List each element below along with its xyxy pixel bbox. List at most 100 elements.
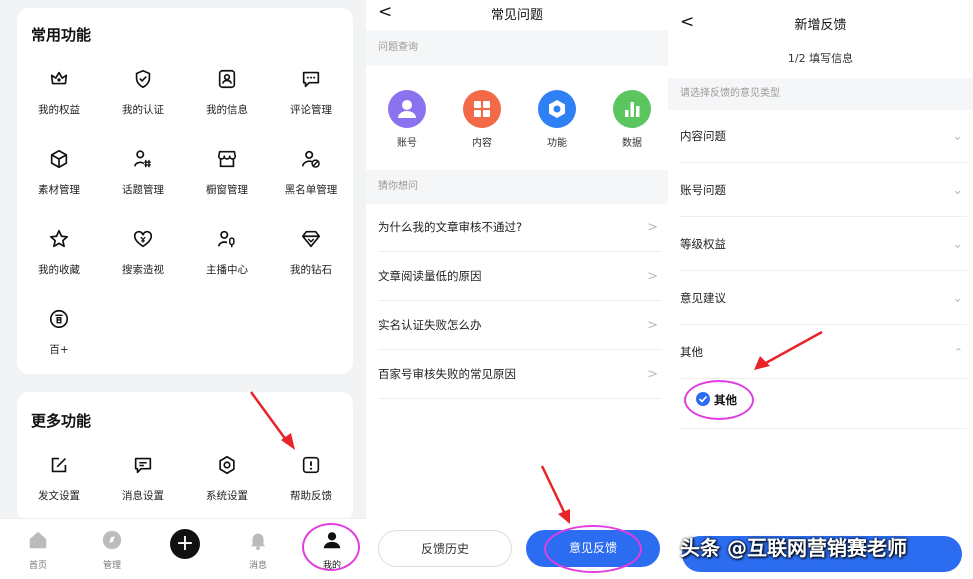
tab-messages-label: 消息 [248,561,267,571]
question-text: 文章阅读量低的原因 [378,269,482,283]
function-item-baijia-plus[interactable]: 百+ [17,308,101,357]
function-item-help-feedback[interactable]: 帮助反馈 [269,454,353,503]
baijia-plus-icon [49,309,69,329]
tab-publish[interactable]: + [155,519,215,559]
function-item-verify-badge[interactable]: 我的认证 [101,68,185,117]
more-functions-title: 更多功能 [31,412,92,430]
annotation-circle-feedback [544,525,642,573]
search-spark-icon [133,230,153,248]
function-item-blacklist-user[interactable]: 黑名单管理 [269,148,353,197]
divider [680,428,967,429]
function-item-message[interactable]: 消息设置 [101,454,185,503]
annotation-arrow-feedback [540,465,570,524]
category-label-data: 数据 [622,138,642,149]
message-icon [134,457,152,474]
category-label-function: 功能 [547,138,567,149]
function-item-id-card[interactable]: 我的信息 [185,68,269,117]
function-item-label: 搜索造视 [122,264,164,276]
tab-home[interactable]: 首页 [8,519,68,571]
chevron-right-icon: > [647,367,658,382]
page-title: 新增反馈 [794,18,847,33]
diamond-icon [301,230,321,248]
function-item-settings-hex[interactable]: 系统设置 [185,454,269,503]
function-item-diamond[interactable]: 我的钻石 [269,228,353,277]
cube-icon [50,149,68,169]
question-text: 为什么我的文章审核不通过? [378,220,523,234]
feedback-history-button[interactable]: 反馈历史 [378,530,512,567]
feedback-type-content[interactable]: 内容问题 ⌄ [680,110,967,163]
function-item-comment[interactable]: 评论管理 [269,68,353,117]
function-item-shop-window[interactable]: 橱窗管理 [185,148,269,197]
chevron-right-icon: > [647,220,658,235]
function-item-label: 帮助反馈 [290,490,332,502]
function-item-label: 我的认证 [122,104,164,116]
function-item-label: 百+ [49,344,69,356]
settings-hex-icon [219,455,235,475]
function-item-label: 我的钻石 [290,264,332,276]
faq-question-item[interactable]: 文章阅读量低的原因 > [378,252,662,301]
account-category-icon[interactable] [388,90,426,128]
my-page-screen: 常用功能 我的权益 我的认证 我的信息 评论管理素材管理 话题管理 橱窗管理 黑名单管理我的… [0,0,366,579]
faq-question-item[interactable]: 实名认证失败怎么办 > [378,301,662,350]
annotation-circle-other [684,380,754,420]
function-item-anchor-mic[interactable]: 主播中心 [185,228,269,277]
chevron-right-icon: > [647,269,658,284]
common-functions-card: 常用功能 我的权益 我的认证 我的信息 评论管理素材管理 话题管理 橱窗管理 黑名单管理我的… [17,8,353,374]
new-feedback-header: < 新增反馈 [668,0,973,33]
feedback-type-suggestion[interactable]: 意见建议 ⌄ [680,272,967,325]
chevron-up-icon: ⌃ [953,346,963,359]
type-label: 其他 [680,345,703,359]
function-item-label: 黑名单管理 [284,184,338,196]
function-item-crown[interactable]: 我的权益 [17,68,101,117]
topic-hash-icon [133,150,151,168]
chevron-right-icon: > [647,318,658,333]
tab-manage[interactable]: 管理 [82,519,142,571]
comment-icon [302,71,320,88]
new-feedback-screen: < 新增反馈 1/2 填写信息 请选择反馈的意见类型 内容问题 ⌄ 账号问题 ⌄ 等… [668,0,973,579]
query-section-label: 问题查询 [366,30,668,66]
id-card-icon [218,69,236,89]
function-item-search-spark[interactable]: 搜索造视 [101,228,185,277]
bell-icon [250,533,266,551]
chevron-down-icon: ⌄ [952,183,963,198]
edit-icon [51,457,67,473]
tab-messages[interactable]: 消息 [228,519,288,571]
tab-manage-label: 管理 [102,561,121,571]
home-icon [29,531,47,549]
shop-window-icon [217,150,237,168]
star-icon [49,229,69,248]
category-label-account: 账号 [397,138,417,149]
feedback-type-level[interactable]: 等级权益 ⌄ [680,218,967,271]
function-item-topic-hash[interactable]: 话题管理 [101,148,185,197]
function-item-cube[interactable]: 素材管理 [17,148,101,197]
type-label: 账号问题 [680,183,726,197]
type-hint-label: 请选择反馈的意见类型 [668,78,973,110]
function-item-label: 评论管理 [290,104,332,116]
function-item-star[interactable]: 我的收藏 [17,228,101,277]
data-category-icon[interactable] [613,90,651,128]
function-item-edit[interactable]: 发文设置 [17,454,101,503]
faq-question-item[interactable]: 百家号审核失败的常见原因 > [378,350,662,399]
question-text: 实名认证失败怎么办 [378,318,482,332]
type-label: 内容问题 [680,129,726,143]
function-item-label: 系统设置 [206,490,248,502]
feedback-type-account[interactable]: 账号问题 ⌄ [680,164,967,217]
function-item-label: 橱窗管理 [206,184,248,196]
annotation-circle-mine-tab [302,523,360,571]
faq-question-item[interactable]: 为什么我的文章审核不通过? > [378,203,662,252]
function-item-label: 我的权益 [38,104,80,116]
faq-header: < 常见问题 [366,0,668,28]
annotation-arrow-help [249,391,295,450]
function-item-label: 我的收藏 [38,264,80,276]
common-functions-title: 常用功能 [31,26,92,44]
content-category-icon[interactable] [463,90,501,128]
tab-home-label: 首页 [28,561,47,571]
function-item-label: 话题管理 [122,184,164,196]
annotation-arrow-other [754,330,823,370]
faq-screen: < 常见问题 问题查询 账号 内容 功能 数据 猜你想问 为什么我的文章审核不通… [366,0,668,579]
step-indicator: 1/2 填写信息 [787,52,854,65]
function-category-icon[interactable] [538,90,576,128]
chevron-down-icon: ⌄ [952,237,963,252]
blacklist-user-icon [301,150,320,168]
plus-icon: + [170,529,200,559]
